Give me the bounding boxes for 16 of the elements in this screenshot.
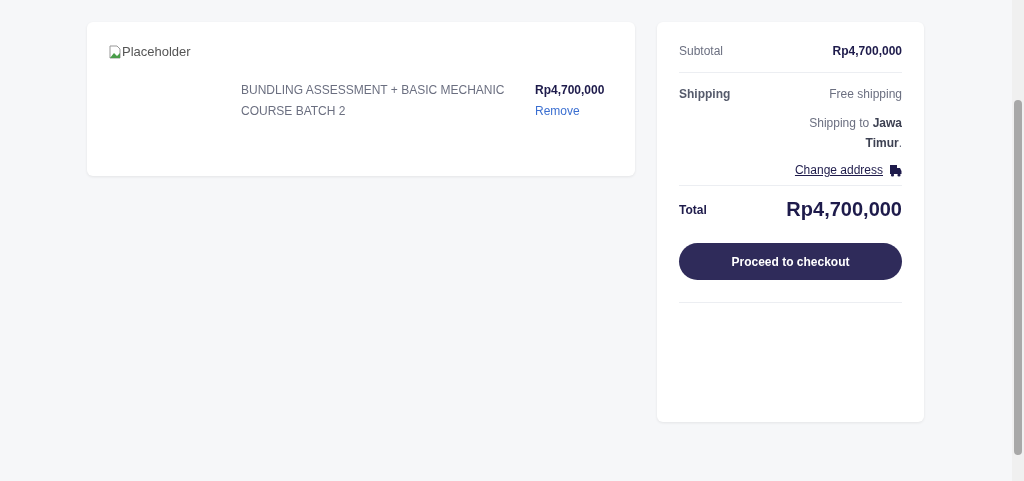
shipping-label: Shipping [679, 87, 731, 101]
subtotal-value: Rp4,700,000 [832, 44, 902, 58]
product-price: Rp4,700,000 [535, 82, 605, 99]
change-address-link[interactable]: Change address [794, 163, 883, 177]
image-alt-text: Placeholder [122, 44, 191, 59]
total-value: Rp4,700,000 [786, 198, 902, 221]
broken-image-icon [109, 44, 121, 59]
shipping-value: Free shipping [829, 87, 902, 101]
truck-icon [889, 163, 902, 177]
total-label: Total [679, 202, 707, 217]
shipping-destination: Shipping to Jawa Timur. [808, 115, 902, 152]
checkout-button[interactable]: Proceed to checkout [679, 243, 902, 280]
remove-link[interactable]: Remove [535, 101, 605, 122]
scrollbar[interactable] [1012, 0, 1024, 481]
product-name: BUNDLING ASSESSMENT + BASIC MECHANIC COURSE BATCH 2 [241, 82, 506, 120]
subtotal-label: Subtotal [679, 44, 724, 58]
